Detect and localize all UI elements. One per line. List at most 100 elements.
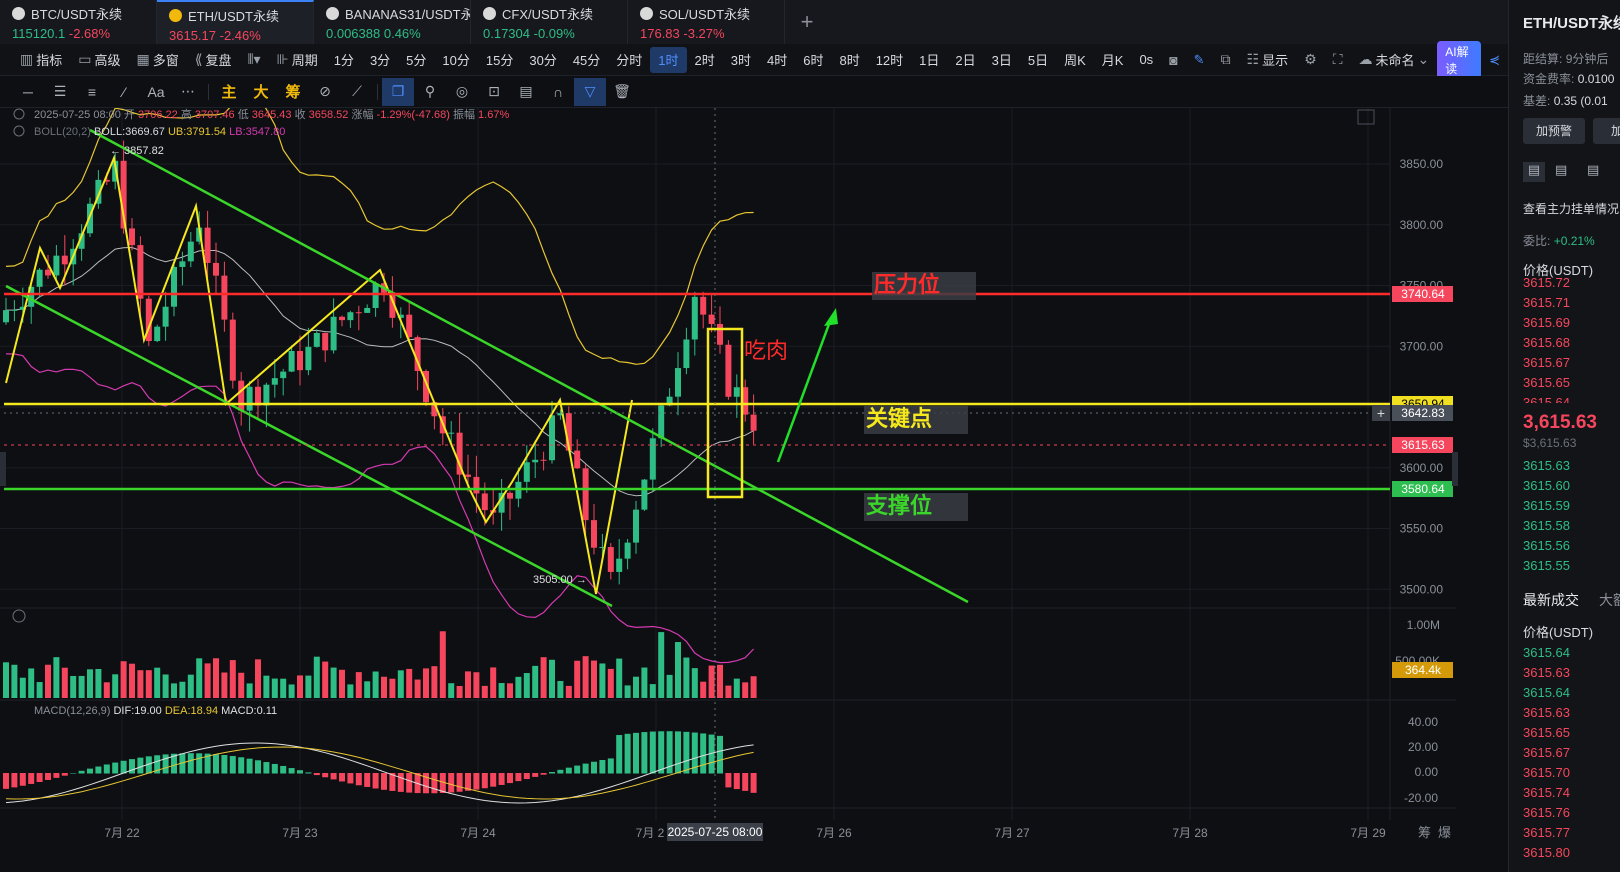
- macd-bar: [607, 758, 614, 774]
- book-both-icon[interactable]: ▤: [1523, 162, 1545, 182]
- interval-15[interactable]: 1日: [911, 47, 947, 73]
- maximize-icon[interactable]: [1357, 109, 1375, 125]
- tab-0[interactable]: BTC/USDT永续 115120.1 -2.68%: [0, 0, 157, 44]
- interval-1[interactable]: 3分: [362, 47, 398, 73]
- chip-tool[interactable]: 筹: [277, 78, 309, 106]
- volume-expand-icon[interactable]: [12, 609, 26, 623]
- add-button[interactable]: 加: [1593, 118, 1620, 144]
- interval-17[interactable]: 3日: [984, 47, 1020, 73]
- interval-20[interactable]: 月K: [1094, 47, 1132, 73]
- price-tick: 3500.00: [1400, 582, 1444, 596]
- bid-row[interactable]: 3615.59: [1523, 496, 1570, 516]
- ask-row[interactable]: 3615.67: [1523, 353, 1570, 373]
- candle-body: [179, 261, 186, 267]
- kline-chart[interactable]: 压力位关键点支撑位 吃肉 ← 3857.82 3505.00 → 2025-07-25 …: [0, 108, 1508, 872]
- tab-1[interactable]: ETH/USDT永续 3615.17 -2.46%: [157, 0, 314, 44]
- copy-icon[interactable]: ❐: [382, 77, 414, 106]
- toolbar-item-1[interactable]: ▭ 高级: [70, 47, 128, 73]
- interval-4[interactable]: 15分: [478, 47, 521, 73]
- toolbar-item-4[interactable]: ⊪ 周期: [268, 47, 325, 73]
- add-tab-icon[interactable]: +: [785, 0, 829, 44]
- filter-icon[interactable]: ▽: [574, 77, 606, 106]
- display-button[interactable]: ☷ 显示: [1239, 47, 1297, 73]
- magnet-icon[interactable]: ∩: [542, 78, 574, 106]
- bid-row[interactable]: 3615.60: [1523, 476, 1570, 496]
- bid-row[interactable]: 3615.54: [1523, 576, 1570, 579]
- macd-bar: [28, 773, 35, 784]
- interval-0[interactable]: 1分: [326, 47, 362, 73]
- bid-row[interactable]: 3615.58: [1523, 516, 1570, 536]
- window-icon[interactable]: ⧉: [1213, 47, 1239, 73]
- bid-row[interactable]: 3615.63: [1523, 456, 1570, 476]
- interval-11[interactable]: 4时: [759, 47, 795, 73]
- chart-type-button[interactable]: ⫴▾: [240, 47, 269, 73]
- toolbar-item-0[interactable]: ▥ 指标: [12, 47, 70, 73]
- toolbar-item-3[interactable]: ⟪ 复盘: [187, 47, 240, 73]
- template-icon[interactable]: ▤: [510, 78, 542, 106]
- interval-6[interactable]: 45分: [565, 47, 608, 73]
- ask-row[interactable]: 3615.69: [1523, 313, 1570, 333]
- panel-collapse-handle[interactable]: [1452, 452, 1458, 486]
- ask-row[interactable]: 3615.65: [1523, 373, 1570, 393]
- tab-3[interactable]: CFX/USDT永续 0.17304 -0.09%: [471, 0, 628, 44]
- toolbar-item-2[interactable]: ▦ 多窗: [129, 47, 187, 73]
- ask-row[interactable]: 3615.64: [1523, 393, 1570, 403]
- bid-row[interactable]: 3615.55: [1523, 556, 1570, 576]
- camera-icon[interactable]: ◙: [1161, 47, 1185, 73]
- boll-visibility-icon[interactable]: [13, 125, 25, 137]
- trash-icon[interactable]: 🗑: [606, 78, 638, 106]
- ask-row[interactable]: 3615.72: [1523, 273, 1570, 293]
- pen-icon[interactable]: ✎: [1186, 47, 1213, 73]
- interval-14[interactable]: 12时: [868, 47, 911, 73]
- interval-10[interactable]: 3时: [723, 47, 759, 73]
- interval-8[interactable]: 1时: [650, 46, 687, 73]
- interval-16[interactable]: 2日: [947, 47, 983, 73]
- ask-row[interactable]: 3615.68: [1523, 333, 1570, 353]
- interval-9[interactable]: 2时: [687, 47, 723, 73]
- order-book-link[interactable]: 查看主力挂单情况: [1523, 200, 1619, 217]
- trades-tab[interactable]: 最新成交: [1523, 590, 1579, 610]
- ruler-icon[interactable]: ⟋: [341, 78, 373, 106]
- ask-row[interactable]: 3615.71: [1523, 293, 1570, 313]
- fullscreen-icon[interactable]: ⛶: [1325, 47, 1351, 73]
- indicator-icon[interactable]: ⊘: [309, 78, 341, 106]
- horizontal-line-icon[interactable]: ─: [12, 78, 44, 106]
- bid-row[interactable]: 3615.56: [1523, 536, 1570, 556]
- volume-bar: [515, 676, 522, 698]
- tab-2[interactable]: BANANAS31/USDT永续 0.006388 0.46%: [314, 0, 471, 44]
- settings-icon[interactable]: ⚙: [1296, 47, 1325, 73]
- corner-label[interactable]: 筹: [1418, 825, 1431, 840]
- legend-value: 高: [181, 108, 192, 121]
- interval-12[interactable]: 6时: [795, 47, 831, 73]
- add-alert-button[interactable]: 加预警: [1523, 118, 1585, 144]
- large-trades-tab[interactable]: 大额: [1599, 590, 1620, 610]
- interval-2[interactable]: 5分: [398, 47, 434, 73]
- interval-19[interactable]: 周K: [1056, 47, 1094, 73]
- main-tool[interactable]: 主: [213, 78, 245, 106]
- interval-13[interactable]: 8时: [831, 47, 867, 73]
- tab-4[interactable]: SOL/USDT永续 176.83 -3.27%: [628, 0, 785, 44]
- more-icon[interactable]: ⋯: [172, 78, 204, 106]
- plus-icon[interactable]: +: [1377, 405, 1385, 421]
- layout-name-button[interactable]: ☁ 未命名 ⌄: [1351, 47, 1438, 73]
- book-ask-icon[interactable]: ▤: [1587, 162, 1599, 178]
- channel-icon[interactable]: ≡: [76, 78, 108, 106]
- left-collapse-handle[interactable]: [0, 452, 6, 486]
- lock-icon[interactable]: ⊡: [478, 78, 510, 106]
- interval-3[interactable]: 10分: [434, 47, 477, 73]
- interval-7[interactable]: 分时: [608, 47, 650, 73]
- big-order-tool[interactable]: 大: [245, 78, 277, 106]
- corner-label[interactable]: 爆: [1438, 825, 1451, 840]
- interval-18[interactable]: 5日: [1020, 47, 1056, 73]
- legend-collapse-icon[interactable]: [13, 108, 25, 120]
- brush-icon[interactable]: ⁄: [108, 78, 140, 106]
- hide-icon[interactable]: ◎: [446, 78, 478, 106]
- text-tool-icon[interactable]: Aa: [140, 78, 172, 106]
- interval-5[interactable]: 30分: [521, 47, 564, 73]
- ai-analysis-button[interactable]: AI解读: [1437, 40, 1482, 79]
- book-bid-icon[interactable]: ▤: [1555, 162, 1567, 178]
- link-icon[interactable]: ⚲: [414, 78, 446, 106]
- candle-body: [473, 476, 480, 494]
- lines-icon[interactable]: ☰: [44, 78, 76, 106]
- share-icon[interactable]: ⋞: [1481, 47, 1508, 73]
